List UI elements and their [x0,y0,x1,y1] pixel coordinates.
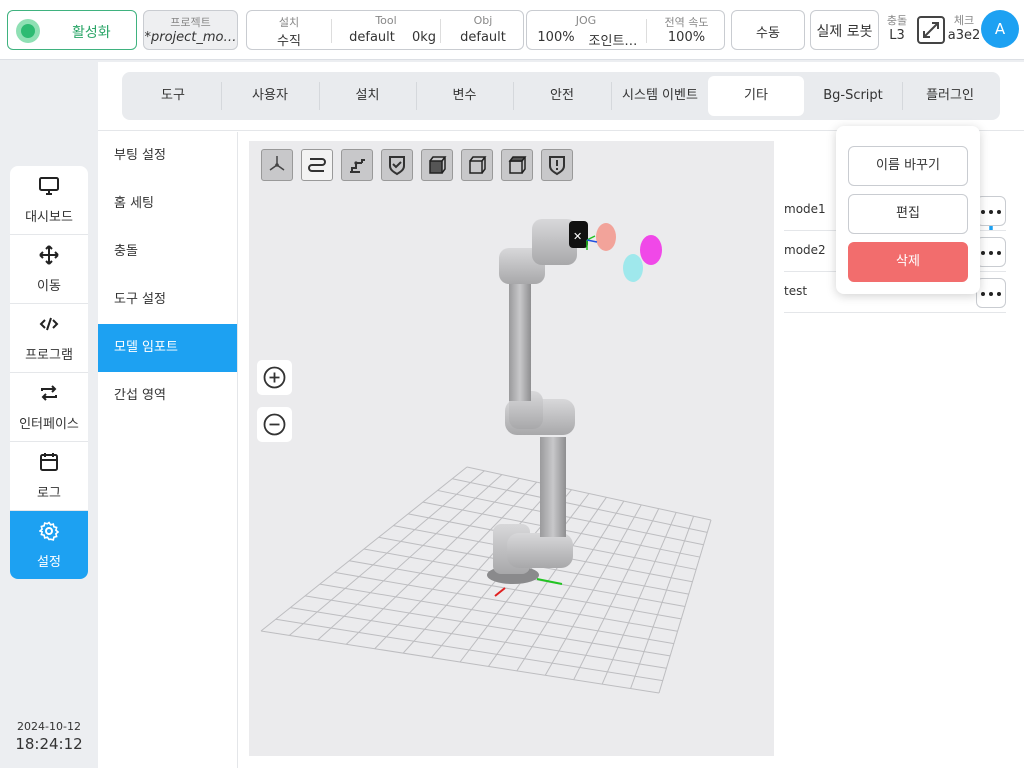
svg-text:✕: ✕ [573,230,582,243]
project-value: *project_mo… [144,30,237,45]
tab-install[interactable]: 설치 [320,76,415,116]
nav-label: 프로그램 [25,348,73,363]
global-speed-section[interactable]: 전역 속도 100% [647,11,726,51]
project-selector[interactable]: 프로젝트 *project_mo… [143,10,238,50]
jog-label: JOG [575,14,597,27]
more-options-icon[interactable] [976,278,1006,308]
tab-safety[interactable]: 안전 [514,76,610,116]
tab-user[interactable]: 사용자 [222,76,318,116]
global-speed-value: 100% [667,30,706,45]
tab-plugins[interactable]: 플러그인 [903,76,997,116]
left-nav: 대시보드 이동 프로그램 인터페이스 로그 설정 [10,166,88,579]
check-label: 체크 [953,14,975,27]
more-options-icon[interactable] [976,196,1006,226]
avatar[interactable]: A [981,10,1019,48]
subnav-boot-settings[interactable]: 부팅 설정 [98,132,237,180]
manual-label: 수동 [756,26,780,41]
activate-button[interactable]: 활성화 [7,10,137,50]
subnav-home-setting[interactable]: 홈 세팅 [98,180,237,228]
model-name: mode2 [784,243,826,257]
tab-bg-script[interactable]: Bg-Script [805,76,901,116]
collision-label: 충돌 [886,14,908,27]
nav-label: 인터페이스 [19,417,79,432]
time-text: 18:24:12 [15,735,83,753]
global-speed-label: 전역 속도 [664,16,709,29]
tab-tool[interactable]: 도구 [126,76,220,116]
real-robot-label: 실제 로봇 [816,24,873,40]
nav-item-dashboard[interactable]: 대시보드 [10,166,88,235]
install-label: 설치 [278,16,300,29]
real-robot-button[interactable]: 실제 로봇 [810,10,879,50]
subnav-interference-zone[interactable]: 간섭 영역 [98,372,237,420]
tab-other[interactable]: 기타 [708,76,804,116]
monitor-icon [39,177,59,195]
expand-icon[interactable] [916,15,946,45]
nav-item-interface[interactable]: 인터페이스 [10,373,88,442]
code-icon [39,317,59,331]
tab-variables[interactable]: 변수 [417,76,512,116]
subnav-model-import[interactable]: 모델 임포트 [98,324,237,372]
nav-item-program[interactable]: 프로그램 [10,304,88,373]
jog-speed-panel[interactable]: JOG 100% 조인트… 전역 속도 100% [526,10,725,50]
nav-label: 이동 [37,279,61,294]
subnav-collision[interactable]: 충돌 [98,228,237,276]
robot-scene: ✕ [260,219,712,694]
project-label: 프로젝트 [170,16,211,29]
activate-label: 활성화 [72,25,111,41]
nav-label: 설정 [37,555,61,570]
install-tool-obj-panel[interactable]: 설치 수직 Tool default 0kg Obj default [246,10,524,50]
delete-button[interactable]: 삭제 [848,242,968,282]
3d-viewport[interactable]: ✕ [249,141,774,756]
app-root: 활성화 프로젝트 *project_mo… 설치 수직 Tool default… [0,0,1024,768]
tool-label: Tool [375,14,397,27]
nav-item-settings[interactable]: 설정 [10,511,88,579]
rename-button[interactable]: 이름 바꾸기 [848,146,968,186]
model-name: test [784,284,808,298]
model-actions-popover: 이름 바꾸기 편집 삭제 [836,126,980,294]
sub-nav: 부팅 설정 홈 세팅 충돌 도구 설정 모델 임포트 간섭 영역 [98,132,238,768]
model-name: mode1 [784,202,826,216]
settings-tabs: 도구 사용자 설치 변수 안전 시스템 이벤트 기타 Bg-Script 플러그… [122,72,1000,120]
robot-arm-model: ✕ [487,219,662,597]
collision-level[interactable]: 충돌 L3 [882,12,912,48]
edit-button[interactable]: 편집 [848,194,968,234]
jog-section[interactable]: JOG 100% 조인트… [527,11,645,51]
subnav-tool-settings[interactable]: 도구 설정 [98,276,237,324]
more-options-icon[interactable] [976,237,1006,267]
tab-system-events[interactable]: 시스템 이벤트 [612,76,708,116]
nav-item-log[interactable]: 로그 [10,442,88,511]
check-value: a3e2 [947,28,981,43]
top-bar: 활성화 프로젝트 *project_mo… 설치 수직 Tool default… [0,0,1024,60]
nav-item-move[interactable]: 이동 [10,235,88,304]
floor-grid [260,466,712,694]
gear-icon [39,521,59,541]
status-dot-icon [16,19,40,43]
nav-label: 대시보드 [25,210,73,225]
nav-label: 로그 [37,486,61,501]
datetime: 2024-10-12 18:24:12 [10,720,88,753]
swap-arrows-icon [41,385,57,401]
check-status[interactable]: 체크 a3e2 [946,12,982,48]
date-text: 2024-10-12 [17,720,81,733]
obj-label: Obj [473,14,493,27]
jog-mode: 조인트… [588,34,638,49]
move-arrows-icon [39,245,59,265]
tool-section[interactable]: Tool default 0kg [332,11,440,51]
manual-mode-button[interactable]: 수동 [731,10,805,50]
collision-value: L3 [889,28,905,43]
calendar-icon [40,453,58,471]
